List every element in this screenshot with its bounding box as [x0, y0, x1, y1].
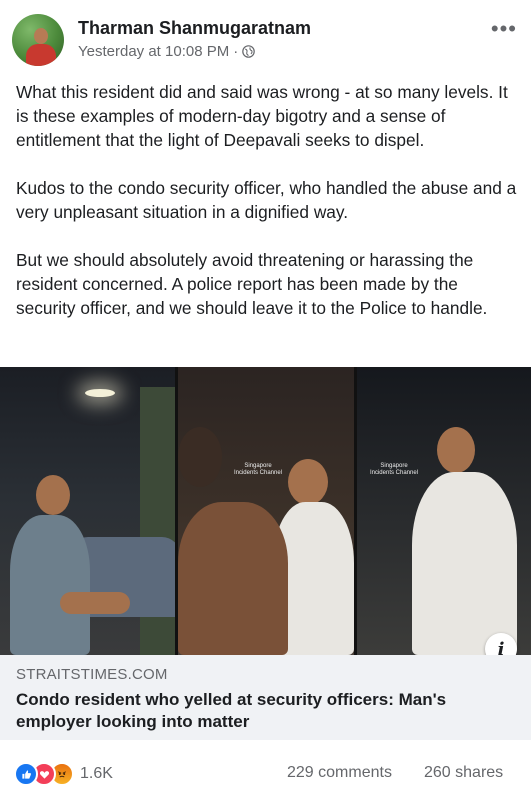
like-icon [14, 762, 38, 786]
author-avatar[interactable] [12, 14, 64, 66]
meta-separator: · [233, 43, 239, 60]
comments-count[interactable]: 229 comments [287, 764, 392, 782]
officer-head [288, 459, 328, 505]
resident-back [178, 502, 288, 655]
link-domain: STRAITSTIMES.COM [16, 666, 168, 683]
post-header: Tharman Shanmugaratnam Yesterday at 10:0… [0, 0, 531, 70]
video-frame-3: Singapore Incidents Channel [357, 367, 531, 655]
post-paragraph: What this resident did and said was wron… [16, 82, 508, 150]
author-name[interactable]: Tharman Shanmugaratnam [78, 18, 311, 39]
resident-arm [60, 592, 130, 614]
avatar-head [34, 28, 48, 44]
resident-body [10, 515, 90, 655]
shares-count[interactable]: 260 shares [424, 764, 503, 782]
link-preview-card[interactable]: STRAITSTIMES.COM Condo resident who yell… [0, 655, 531, 740]
video-frame-1 [0, 367, 175, 655]
post-meta: Yesterday at 10:08 PM · [78, 43, 256, 60]
video-frame-2: Singapore Incidents Channel [178, 367, 354, 655]
officer-head [437, 427, 475, 473]
video-preview[interactable]: Singapore Incidents Channel Singapore In… [0, 367, 531, 655]
reactions-summary[interactable]: 1.6K [14, 762, 113, 786]
resident-head [36, 475, 70, 515]
resident-back-head [178, 427, 222, 487]
avatar-body [26, 44, 56, 66]
video-watermark: Singapore Incidents Channel [369, 463, 419, 476]
post-paragraph: But we should absolutely avoid threateni… [16, 250, 488, 318]
officer-body [412, 472, 517, 655]
video-watermark: Singapore Incidents Channel [233, 463, 283, 476]
link-title[interactable]: Condo resident who yelled at security of… [16, 689, 516, 733]
engagement-bar: 1.6K 229 comments 260 shares [0, 752, 531, 792]
globe-icon [242, 45, 256, 58]
reaction-count: 1.6K [80, 765, 113, 782]
post-body: What this resident did and said was wron… [16, 80, 521, 344]
ceiling-lamp [85, 389, 115, 397]
post-paragraph: Kudos to the condo security officer, who… [16, 178, 517, 222]
post-timestamp[interactable]: Yesterday at 10:08 PM [78, 43, 229, 60]
more-options-icon[interactable]: ••• [491, 18, 517, 40]
